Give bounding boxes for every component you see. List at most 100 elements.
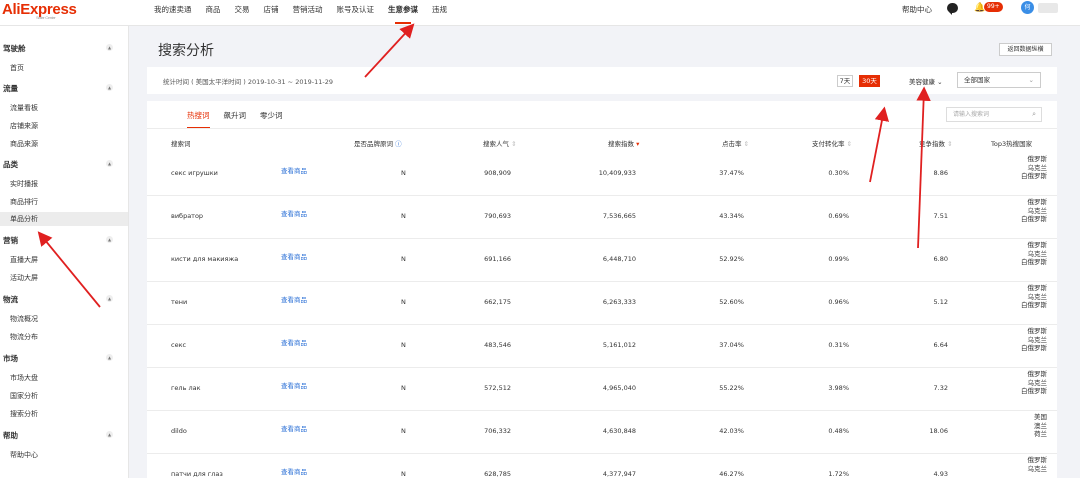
collapse-icon[interactable]: ▲ bbox=[106, 431, 113, 438]
sidebar-item-activity-screen[interactable]: 活动大屏 bbox=[0, 271, 128, 285]
sidebar-item-realtime[interactable]: 实时播报 bbox=[0, 177, 128, 191]
sidebar-item-search-analysis[interactable]: 搜索分析 bbox=[0, 407, 128, 421]
sidebar-item-market-overview[interactable]: 市场大盘 bbox=[0, 371, 128, 385]
view-products-link[interactable]: 查看商品 bbox=[281, 380, 307, 390]
search-analysis-panel: 热搜词 飙升词 零少词 请输入搜索词 ⌕ 搜索词 是否品牌原词 ⓘ 搜索人气 ⇕ … bbox=[147, 101, 1057, 478]
sort-icon[interactable]: ⇕ bbox=[509, 140, 516, 148]
table-row: dildo 查看商品 N 706,332 4,630,848 42.03% 0.… bbox=[147, 411, 1057, 454]
collapse-icon[interactable]: ▲ bbox=[106, 84, 113, 91]
nav-business-advisor[interactable]: 生意参谋 bbox=[381, 0, 425, 26]
back-to-data-button[interactable]: 返回数据纵横 bbox=[999, 43, 1052, 56]
nav-marketing[interactable]: 营销活动 bbox=[286, 0, 330, 26]
sidebar-item-live-screen[interactable]: 直播大屏 bbox=[0, 253, 128, 267]
sidebar-item-country-analysis[interactable]: 国家分析 bbox=[0, 389, 128, 403]
tab-hot-words[interactable]: 热搜词 bbox=[187, 111, 210, 129]
range-7-days-button[interactable]: 7天 bbox=[837, 75, 853, 87]
country-select[interactable]: 全部国家 ⌄ bbox=[957, 72, 1041, 88]
ctr-value: 46.27% bbox=[719, 470, 744, 478]
info-icon[interactable]: ⓘ bbox=[395, 140, 402, 148]
brand-flag: N bbox=[401, 384, 406, 392]
search-index-value: 7,536,665 bbox=[602, 212, 636, 220]
divider bbox=[147, 128, 1057, 129]
nav-orders[interactable]: 交易 bbox=[228, 0, 257, 26]
header-conversion[interactable]: 支付转化率 ⇕ bbox=[812, 138, 852, 148]
sidebar-item-home[interactable]: 首页 bbox=[0, 61, 128, 75]
top-nav: 我的速卖通 商品 交易 店铺 营销活动 账号及认证 生意参谋 违规 bbox=[154, 0, 454, 26]
nav-products[interactable]: 商品 bbox=[199, 0, 228, 26]
sort-icon[interactable]: ⇕ bbox=[845, 140, 852, 148]
popularity-value: 790,693 bbox=[484, 212, 511, 220]
sort-desc-icon[interactable]: ▾ bbox=[634, 140, 639, 148]
help-center-link[interactable]: 帮助中心 bbox=[902, 4, 932, 15]
sort-icon[interactable]: ⇕ bbox=[945, 140, 952, 148]
header-ctr[interactable]: 点击率 ⇕ bbox=[722, 138, 749, 148]
search-icon[interactable]: ⌕ bbox=[1032, 108, 1036, 121]
popularity-value: 908,909 bbox=[484, 169, 511, 177]
sidebar-item-help-center[interactable]: 帮助中心 bbox=[0, 448, 128, 462]
ctr-value: 43.34% bbox=[719, 212, 744, 220]
collapse-icon[interactable]: ▲ bbox=[106, 354, 113, 361]
tab-zero-few-words[interactable]: 零少词 bbox=[260, 111, 283, 129]
conversion-value: 0.31% bbox=[828, 341, 849, 349]
keyword: вибратор bbox=[171, 212, 204, 220]
sidebar-group-logistics[interactable]: 物流 ▲ bbox=[3, 294, 123, 305]
popularity-value: 662,175 bbox=[484, 298, 511, 306]
view-products-link[interactable]: 查看商品 bbox=[281, 337, 307, 347]
view-products-link[interactable]: 查看商品 bbox=[281, 294, 307, 304]
conversion-value: 0.48% bbox=[828, 427, 849, 435]
view-products-link[interactable]: 查看商品 bbox=[281, 466, 307, 476]
view-products-link[interactable]: 查看商品 bbox=[281, 208, 307, 218]
nav-store[interactable]: 店铺 bbox=[257, 0, 286, 26]
view-products-link[interactable]: 查看商品 bbox=[281, 251, 307, 261]
tab-rising-words[interactable]: 飙升词 bbox=[224, 111, 247, 129]
keyword: кисти для макияжа bbox=[171, 255, 239, 263]
sidebar-item-product-rank[interactable]: 商品排行 bbox=[0, 195, 128, 209]
header-competition[interactable]: 竞争指数 ⇕ bbox=[919, 138, 953, 148]
header-keyword: 搜索词 bbox=[171, 140, 191, 148]
top3-countries: 俄罗斯 乌克兰 bbox=[1027, 456, 1048, 473]
sidebar-group-traffic[interactable]: 流量 ▲ bbox=[3, 83, 123, 94]
search-index-value: 4,965,040 bbox=[602, 384, 636, 392]
sidebar-group-cockpit[interactable]: 驾驶舱 ▲ bbox=[3, 43, 123, 54]
ctr-value: 37.04% bbox=[719, 341, 744, 349]
view-products-link[interactable]: 查看商品 bbox=[281, 423, 307, 433]
collapse-icon[interactable]: ▲ bbox=[106, 295, 113, 302]
sidebar-item-traffic-board[interactable]: 流量看板 bbox=[0, 101, 128, 115]
nav-violations[interactable]: 违规 bbox=[425, 0, 454, 26]
conversion-value: 1.72% bbox=[828, 470, 849, 478]
sidebar-group-category[interactable]: 品类 ▲ bbox=[3, 159, 123, 170]
keyword-search-input[interactable]: 请输入搜索词 ⌕ bbox=[946, 107, 1042, 122]
collapse-icon[interactable]: ▲ bbox=[106, 236, 113, 243]
header-search-index[interactable]: 搜索指数 ▾ bbox=[608, 138, 639, 148]
table-row: вибратор 查看商品 N 790,693 7,536,665 43.34%… bbox=[147, 196, 1057, 239]
sidebar-item-logistics-overview[interactable]: 物流概况 bbox=[0, 312, 128, 326]
aliexpress-logo[interactable]: AliExpress Seller Center bbox=[2, 1, 77, 20]
category-select[interactable]: 美容健康 ⌄ bbox=[909, 76, 943, 86]
search-index-value: 10,409,933 bbox=[598, 169, 636, 177]
table-row: гель лак 查看商品 N 572,512 4,965,040 55.22%… bbox=[147, 368, 1057, 411]
nav-my-aliexpress[interactable]: 我的速卖通 bbox=[154, 0, 199, 26]
header-top3-countries: Top3热搜国家 bbox=[991, 140, 1033, 148]
sidebar-group-market[interactable]: 市场 ▲ bbox=[3, 353, 123, 364]
sidebar-item-product-analysis[interactable]: 单品分析 bbox=[0, 212, 128, 226]
sidebar-group-marketing[interactable]: 营销 ▲ bbox=[3, 235, 123, 246]
sidebar-item-product-source[interactable]: 商品来源 bbox=[0, 137, 128, 151]
sidebar-item-logistics-distribution[interactable]: 物流分布 bbox=[0, 330, 128, 344]
username-blurred[interactable] bbox=[1038, 3, 1058, 13]
range-30-days-button[interactable]: 30天 bbox=[859, 75, 880, 87]
avatar[interactable]: 何 bbox=[1021, 1, 1034, 14]
collapse-icon[interactable]: ▲ bbox=[106, 160, 113, 167]
collapse-icon[interactable]: ▲ bbox=[106, 44, 113, 51]
conversion-value: 0.69% bbox=[828, 212, 849, 220]
nav-account[interactable]: 账号及认证 bbox=[330, 0, 382, 26]
view-products-link[interactable]: 查看商品 bbox=[281, 165, 307, 175]
sidebar-group-help[interactable]: 帮助 ▲ bbox=[3, 430, 123, 441]
sort-icon[interactable]: ⇕ bbox=[742, 140, 749, 148]
sidebar-item-store-source[interactable]: 店铺来源 bbox=[0, 119, 128, 133]
keyword: dildo bbox=[171, 427, 187, 435]
competition-value: 6.80 bbox=[933, 255, 948, 263]
header-popularity[interactable]: 搜索人气 ⇕ bbox=[483, 138, 517, 148]
ctr-value: 42.03% bbox=[719, 427, 744, 435]
chat-icon[interactable] bbox=[947, 3, 958, 15]
table-row: секс игрушки 查看商品 N 908,909 10,409,933 3… bbox=[147, 153, 1057, 196]
